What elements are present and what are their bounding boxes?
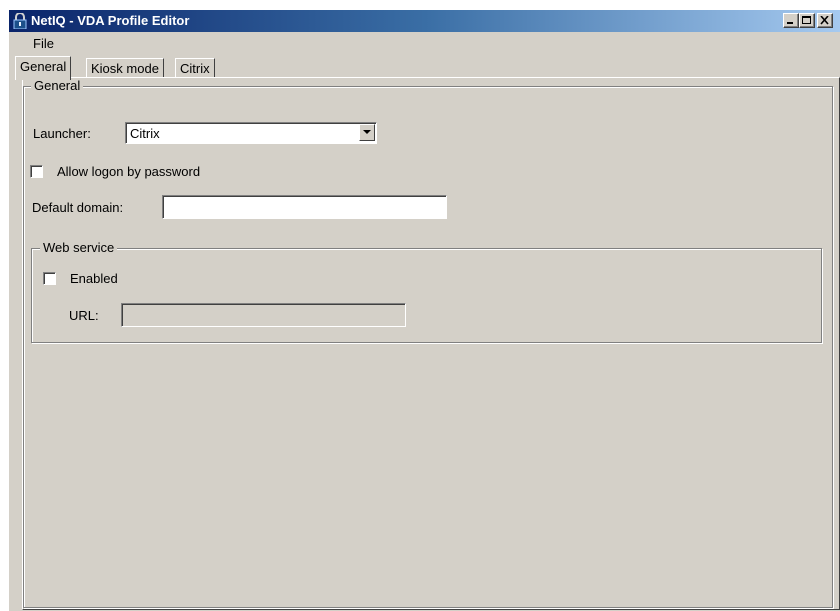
default-domain-input[interactable] (162, 195, 447, 219)
chevron-down-icon (363, 130, 371, 134)
default-domain-label: Default domain: (32, 200, 124, 215)
web-service-enabled-checkbox[interactable] (43, 272, 56, 285)
general-group: General Launcher: Citrix Allow logon by … (23, 78, 833, 608)
general-group-label: General (31, 78, 84, 93)
title-bar: NetIQ - VDA Profile Editor (9, 10, 840, 32)
close-icon (820, 16, 829, 25)
launcher-selected-value: Citrix (130, 126, 160, 141)
lock-icon (13, 13, 27, 29)
tab-panel-general: General Launcher: Citrix Allow logon by … (22, 77, 840, 610)
launcher-dropdown-button[interactable] (359, 124, 375, 141)
web-service-group-label: Web service (40, 240, 118, 255)
menu-file[interactable]: File (33, 36, 54, 51)
web-service-group: Web service Enabled URL: (31, 240, 822, 343)
tab-general[interactable]: General (15, 56, 72, 80)
launcher-label: Launcher: (33, 126, 91, 141)
close-button[interactable] (817, 13, 833, 28)
url-input[interactable] (121, 303, 406, 327)
app-window: NetIQ - VDA Profile Editor File General … (8, 9, 840, 611)
allow-logon-label: Allow logon by password (57, 164, 201, 179)
maximize-icon (802, 16, 811, 24)
menu-bar: File (9, 33, 840, 53)
launcher-dropdown[interactable]: Citrix (125, 122, 377, 144)
window-title: NetIQ - VDA Profile Editor (31, 13, 190, 28)
minimize-button[interactable] (783, 13, 799, 28)
web-service-enabled-label: Enabled (70, 271, 118, 286)
tab-kiosk-mode[interactable]: Kiosk mode (86, 58, 164, 78)
maximize-button[interactable] (799, 13, 815, 28)
allow-logon-checkbox[interactable] (30, 165, 43, 178)
minimize-icon (787, 22, 793, 24)
tab-citrix[interactable]: Citrix (175, 58, 215, 78)
url-label: URL: (69, 308, 99, 323)
